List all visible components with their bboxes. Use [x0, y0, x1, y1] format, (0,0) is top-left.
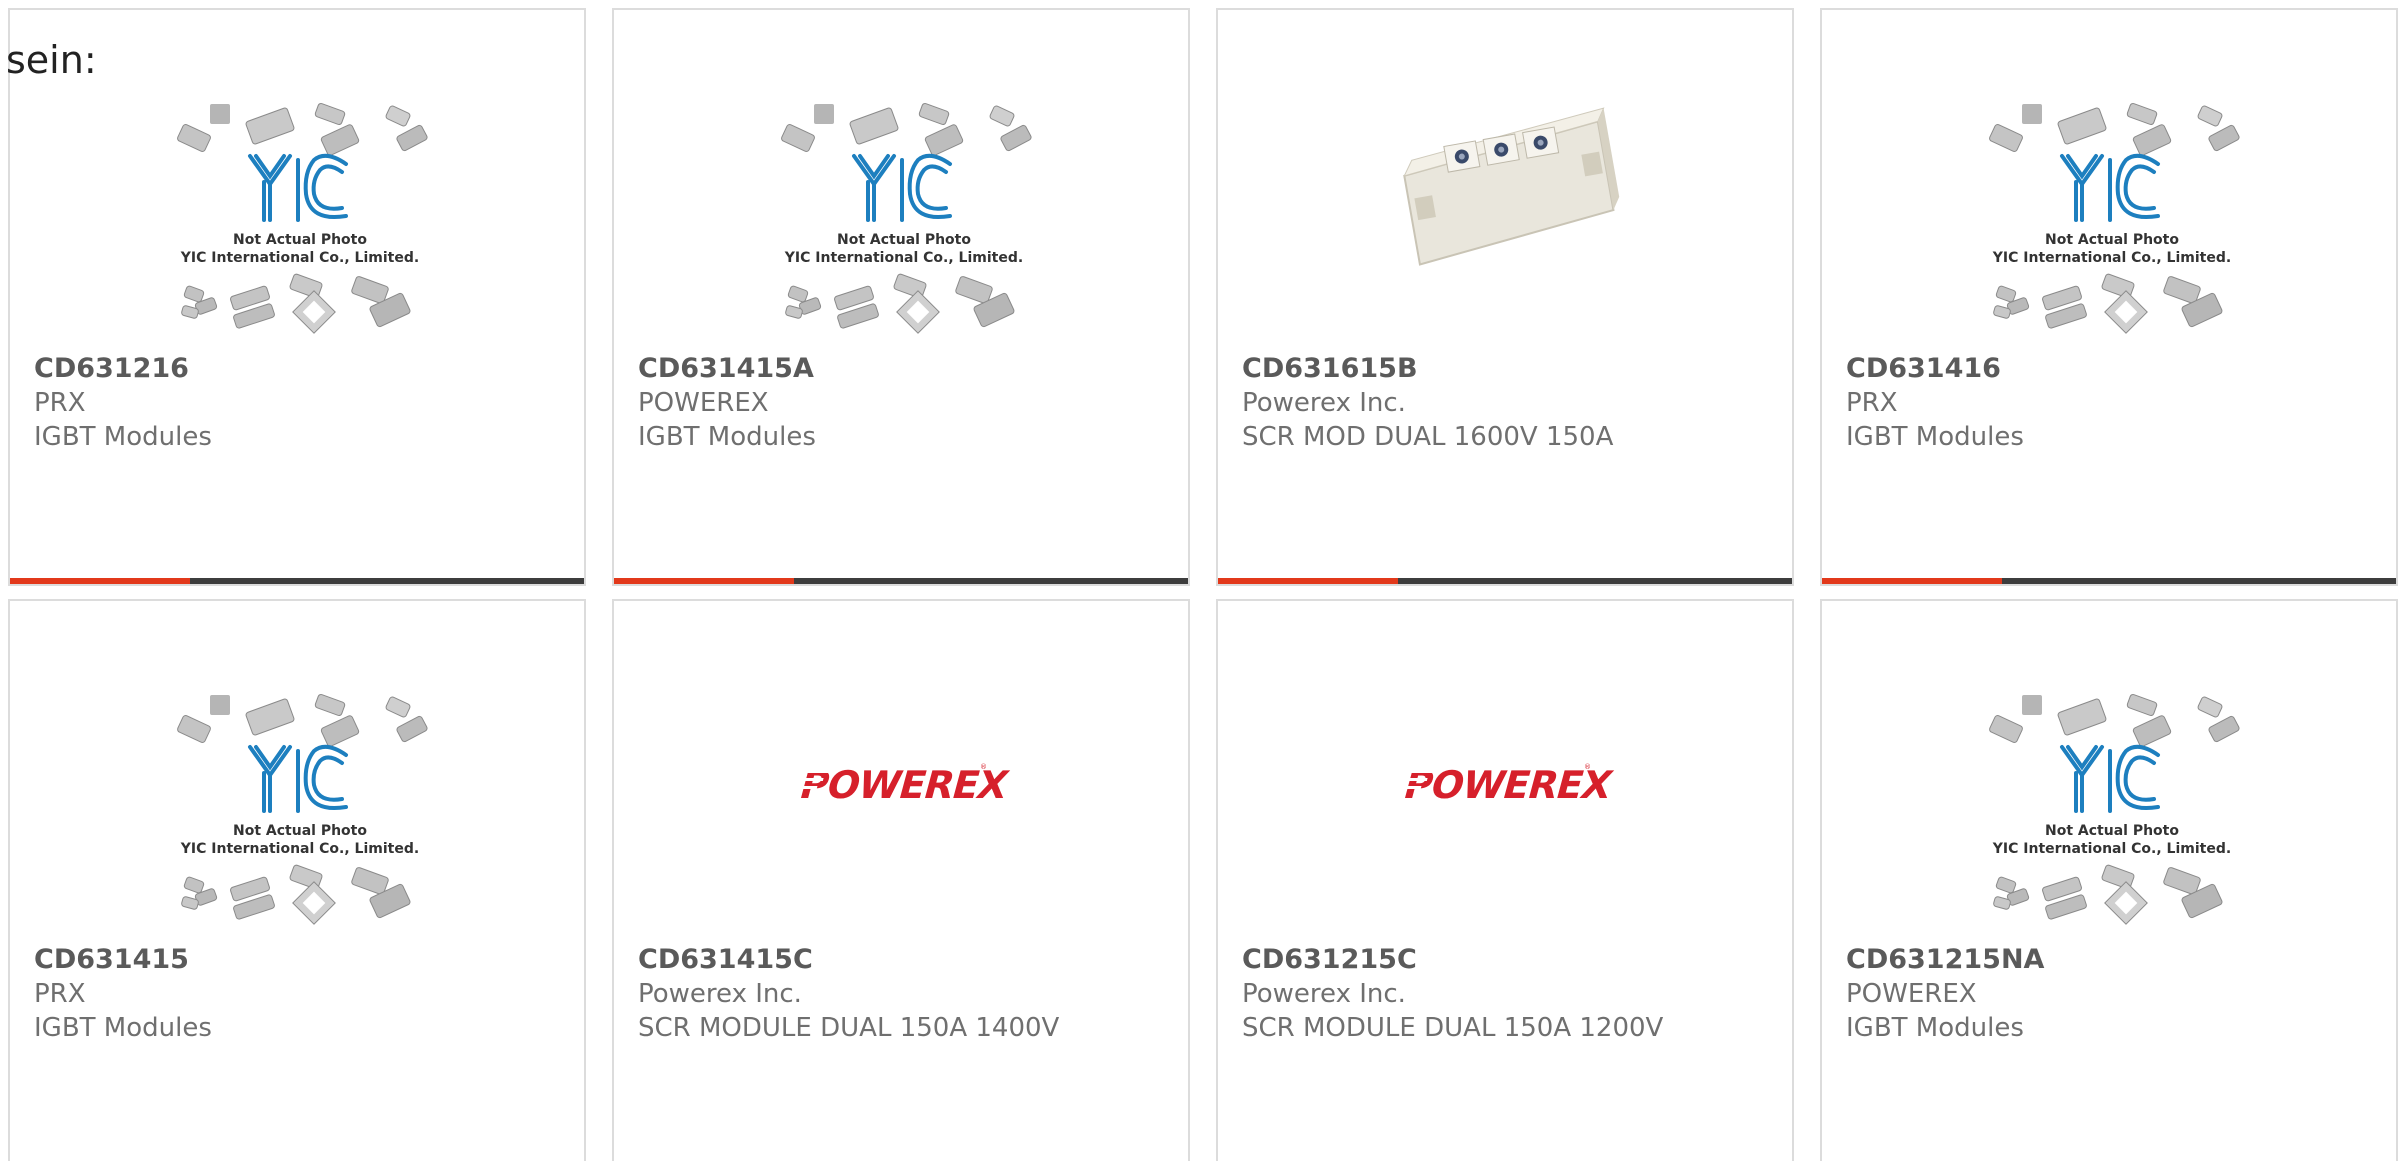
part-number[interactable]: CD631415A — [638, 352, 1172, 386]
module-photo-graphic — [1403, 98, 1620, 288]
manufacturer: Powerex Inc. — [1242, 979, 1406, 1009]
product-grid: Not Actual Photo YIC International Co., L… — [8, 8, 2398, 1161]
card-bottom-bar — [10, 578, 584, 584]
card-accent — [1218, 578, 1398, 584]
svg-text:®: ® — [1584, 763, 1591, 771]
product-card[interactable]: POWEREX ® CD631215C Powerex Inc. SCR MODU… — [1216, 599, 1794, 1161]
part-number[interactable]: CD631615B — [1242, 352, 1776, 386]
manufacturer: Powerex Inc. — [638, 979, 802, 1009]
card-bottom-bar — [1218, 578, 1792, 584]
product-grid-page: sein: Not Actual Photo YIC International … — [0, 0, 2400, 1161]
product-card[interactable]: Not Actual Photo YIC International Co., L… — [1820, 599, 2398, 1161]
svg-text:®: ® — [980, 763, 987, 771]
part-number[interactable]: CD631415C — [638, 943, 1172, 977]
manufacturer: PRX — [1846, 388, 1898, 418]
description: IGBT Modules — [34, 422, 212, 452]
image-caption: Not Actual Photo — [233, 823, 367, 839]
yic-placeholder-graphic: Not Actual Photo YIC International Co., L… — [1989, 693, 2240, 925]
image-caption: Not Actual Photo — [837, 232, 971, 248]
product-image — [1368, 98, 1648, 358]
product-image: Not Actual Photo YIC International Co., L… — [1972, 689, 2252, 949]
image-caption: Not Actual Photo — [2045, 232, 2179, 248]
product-card[interactable]: Not Actual Photo YIC International Co., L… — [612, 8, 1190, 586]
product-card[interactable]: Not Actual Photo YIC International Co., L… — [8, 599, 586, 1161]
manufacturer: PRX — [34, 979, 86, 1009]
powerex-logo-graphic: POWEREX® — [795, 763, 1013, 808]
product-info: CD631615B Powerex Inc. SCR MOD DUAL 1600… — [1242, 352, 1776, 454]
product-card[interactable]: POWEREX ® CD631415C Powerex Inc. SCR MODU… — [612, 599, 1190, 1161]
product-info: CD631415 PRX IGBT Modules — [34, 943, 568, 1045]
product-card[interactable]: Not Actual Photo YIC International Co., L… — [8, 8, 586, 586]
card-accent — [1822, 578, 2002, 584]
product-info: CD631216 PRX IGBT Modules — [34, 352, 568, 454]
description: SCR MOD DUAL 1600V 150A — [1242, 422, 1614, 452]
description: IGBT Modules — [1846, 422, 2024, 452]
description: IGBT Modules — [34, 1013, 212, 1043]
image-caption: Not Actual Photo — [2045, 823, 2179, 839]
description: SCR MODULE DUAL 150A 1400V — [638, 1013, 1060, 1043]
image-caption: Not Actual Photo — [233, 232, 367, 248]
powerex-logo-graphic: POWEREX® — [1399, 763, 1617, 808]
product-info: CD631415A POWEREX IGBT Modules — [638, 352, 1172, 454]
image-caption: YIC International Co., Limited. — [180, 841, 419, 857]
card-accent — [10, 578, 190, 584]
product-image: POWEREX ® — [1368, 689, 1648, 949]
image-caption: YIC International Co., Limited. — [1992, 250, 2231, 266]
part-number[interactable]: CD631215C — [1242, 943, 1776, 977]
description: SCR MODULE DUAL 150A 1200V — [1242, 1013, 1664, 1043]
product-image: POWEREX ® — [764, 689, 1044, 949]
part-number[interactable]: CD631216 — [34, 352, 568, 386]
yic-placeholder-graphic: Not Actual Photo YIC International Co., L… — [781, 102, 1032, 334]
product-image: Not Actual Photo YIC International Co., L… — [160, 689, 440, 949]
manufacturer: PRX — [34, 388, 86, 418]
overlay-label: sein: — [6, 38, 97, 82]
product-info: CD631415C Powerex Inc. SCR MODULE DUAL 1… — [638, 943, 1172, 1045]
yic-placeholder-graphic: Not Actual Photo YIC International Co., L… — [177, 693, 428, 925]
manufacturer: POWEREX — [638, 388, 769, 418]
card-bottom-bar — [614, 578, 1188, 584]
part-number[interactable]: CD631215NA — [1846, 943, 2380, 977]
image-caption: YIC International Co., Limited. — [784, 250, 1023, 266]
image-caption: YIC International Co., Limited. — [1992, 841, 2231, 857]
card-accent — [614, 578, 794, 584]
product-info: CD631416 PRX IGBT Modules — [1846, 352, 2380, 454]
description: IGBT Modules — [1846, 1013, 2024, 1043]
yic-placeholder-graphic: Not Actual Photo YIC International Co., L… — [177, 102, 428, 334]
product-image: Not Actual Photo YIC International Co., L… — [160, 98, 440, 358]
product-image: Not Actual Photo YIC International Co., L… — [764, 98, 1044, 358]
part-number[interactable]: CD631415 — [34, 943, 568, 977]
product-info: CD631215C Powerex Inc. SCR MODULE DUAL 1… — [1242, 943, 1776, 1045]
yic-placeholder-graphic: Not Actual Photo YIC International Co., L… — [1989, 102, 2240, 334]
part-number[interactable]: CD631416 — [1846, 352, 2380, 386]
product-card[interactable]: CD631615B Powerex Inc. SCR MOD DUAL 1600… — [1216, 8, 1794, 586]
image-caption: YIC International Co., Limited. — [180, 250, 419, 266]
product-card[interactable]: Not Actual Photo YIC International Co., L… — [1820, 8, 2398, 586]
card-bottom-bar — [1822, 578, 2396, 584]
manufacturer: POWEREX — [1846, 979, 1977, 1009]
description: IGBT Modules — [638, 422, 816, 452]
product-image: Not Actual Photo YIC International Co., L… — [1972, 98, 2252, 358]
manufacturer: Powerex Inc. — [1242, 388, 1406, 418]
product-info: CD631215NA POWEREX IGBT Modules — [1846, 943, 2380, 1045]
